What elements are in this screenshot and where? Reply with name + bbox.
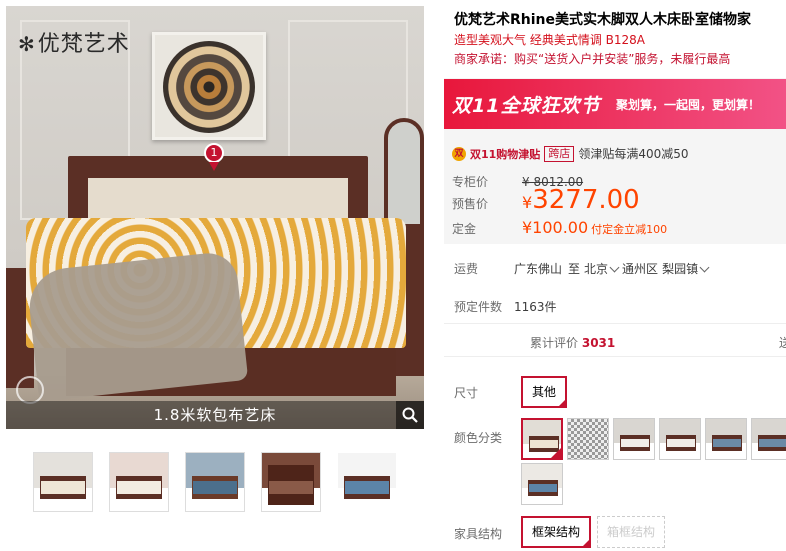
sale-price-value: 3277.00: [532, 185, 640, 215]
thumbnail-strip: [33, 452, 397, 512]
review-stat[interactable]: 累计评价 3031: [530, 334, 615, 351]
presale-label: 预定件数: [454, 300, 503, 314]
color-swatch-2[interactable]: [567, 418, 609, 460]
product-subtitle: 造型美观大气 经典美式情调 B128A: [454, 33, 645, 47]
color-label: 颜色分类: [454, 431, 503, 445]
thumbnail-2[interactable]: [109, 452, 169, 512]
shipping-label: 运费: [454, 262, 479, 276]
dresser-mirror: [384, 118, 424, 228]
review-label: 累计评价: [530, 336, 579, 350]
sale-price-label: 预售价: [452, 197, 489, 211]
structure-option-frame[interactable]: 框架结构: [521, 516, 592, 548]
structure-option-frame-label: 框架结构: [532, 525, 581, 539]
promo-banner-title: 双11全球狂欢节: [452, 95, 601, 117]
brand-logo: ✻优梵艺术: [18, 26, 130, 58]
coupon-tag: 双11购物津贴: [470, 147, 541, 161]
selected-check-icon: [581, 538, 592, 548]
main-product-image[interactable]: ✻优梵艺术 1 1.8米软包布艺床: [6, 6, 424, 429]
coupon-text: 领津贴每满400减50: [578, 147, 689, 161]
promo-banner[interactable]: 双11全球狂欢节 聚划算，一起囤，更划算！: [444, 79, 786, 129]
wall-painting: [152, 32, 266, 140]
product-title: 优梵艺术Rhine美式实木脚双人木床卧室储物家: [454, 12, 752, 28]
destination-town-dropdown[interactable]: 梨园镇: [662, 260, 712, 277]
stats-bar: 累计评价 3031 送: [444, 323, 786, 357]
destination-city-dropdown[interactable]: 北京: [584, 260, 622, 277]
presale-row: 预定件数 1163件: [454, 298, 557, 315]
thumbnail-4[interactable]: [261, 452, 321, 512]
sale-price: ¥3277.00: [522, 185, 640, 215]
deposit-row: 定金 ¥100.00 付定金立减100: [452, 218, 667, 237]
product-info-panel: 优梵艺术Rhine美式实木脚双人木床卧室储物家 造型美观大气 经典美式情调 B1…: [444, 0, 786, 551]
zoom-button[interactable]: [396, 401, 424, 429]
destination-district-dropdown[interactable]: 通州区: [622, 260, 658, 277]
hotspot-marker-tail: [209, 162, 219, 171]
merchant-promise[interactable]: 商家承诺：购买“送货入户并安装”服务，未履行最高: [454, 50, 786, 67]
ship-to-word: 至: [568, 262, 581, 276]
dest-city: 北京: [584, 262, 609, 276]
play-video-icon[interactable]: [16, 376, 44, 404]
thumbnail-1[interactable]: [33, 452, 93, 512]
deposit-label: 定金: [452, 222, 477, 236]
thumbnail-5[interactable]: [337, 452, 397, 512]
review-count: 3031: [581, 336, 616, 350]
hotspot-marker[interactable]: 1: [204, 143, 224, 163]
structure-option-box-label: 箱框结构: [607, 525, 656, 539]
promo-banner-sub: 聚划算，一起囤，更划算！: [616, 98, 761, 112]
color-swatch-5[interactable]: [705, 418, 747, 460]
chevron-down-icon: [699, 262, 710, 272]
coupon-row[interactable]: 双 双11购物津贴 跨店 领津贴每满400减50: [452, 145, 689, 162]
shipping-row: 运费 广东佛山 至 北京 通州区 梨园镇: [454, 260, 712, 277]
dest-town: 梨园镇: [662, 262, 699, 276]
color-swatch-6[interactable]: [751, 418, 786, 460]
structure-option-box[interactable]: 箱框结构: [597, 516, 666, 548]
selected-check-icon: [551, 448, 561, 458]
sale-price-row: 预售价 ¥3277.00: [452, 185, 640, 215]
chevron-down-icon: [609, 262, 620, 272]
deposit-price: ¥100.00: [522, 218, 589, 237]
thumbnail-3[interactable]: [185, 452, 245, 512]
double11-icon: 双: [452, 146, 466, 161]
image-caption: 1.8米软包布艺床: [6, 401, 424, 429]
color-swatch-3[interactable]: [613, 418, 655, 460]
size-option-other[interactable]: 其他: [521, 376, 568, 408]
presale-count: 1163件: [514, 300, 557, 314]
ship-from: 广东佛山: [514, 262, 563, 276]
cross-store-badge: 跨店: [544, 145, 575, 162]
stats-next[interactable]: 送: [779, 334, 786, 351]
currency-symbol: ¥: [522, 193, 533, 212]
structure-label: 家具结构: [454, 527, 503, 541]
dest-district: 通州区: [622, 262, 659, 276]
selected-check-icon: [557, 398, 568, 408]
size-option-label: 其他: [532, 385, 557, 399]
brand-logo-text: 优梵艺术: [37, 32, 130, 57]
color-swatch-7[interactable]: [521, 463, 563, 505]
color-swatch-1[interactable]: [521, 418, 563, 460]
deposit-note: 付定金立减100: [591, 223, 668, 236]
throw-blanket: [25, 250, 249, 402]
magnifier-icon: [402, 407, 418, 423]
color-swatch-4[interactable]: [659, 418, 701, 460]
size-label: 尺寸: [454, 386, 479, 400]
dandelion-icon: ✻: [18, 32, 36, 56]
